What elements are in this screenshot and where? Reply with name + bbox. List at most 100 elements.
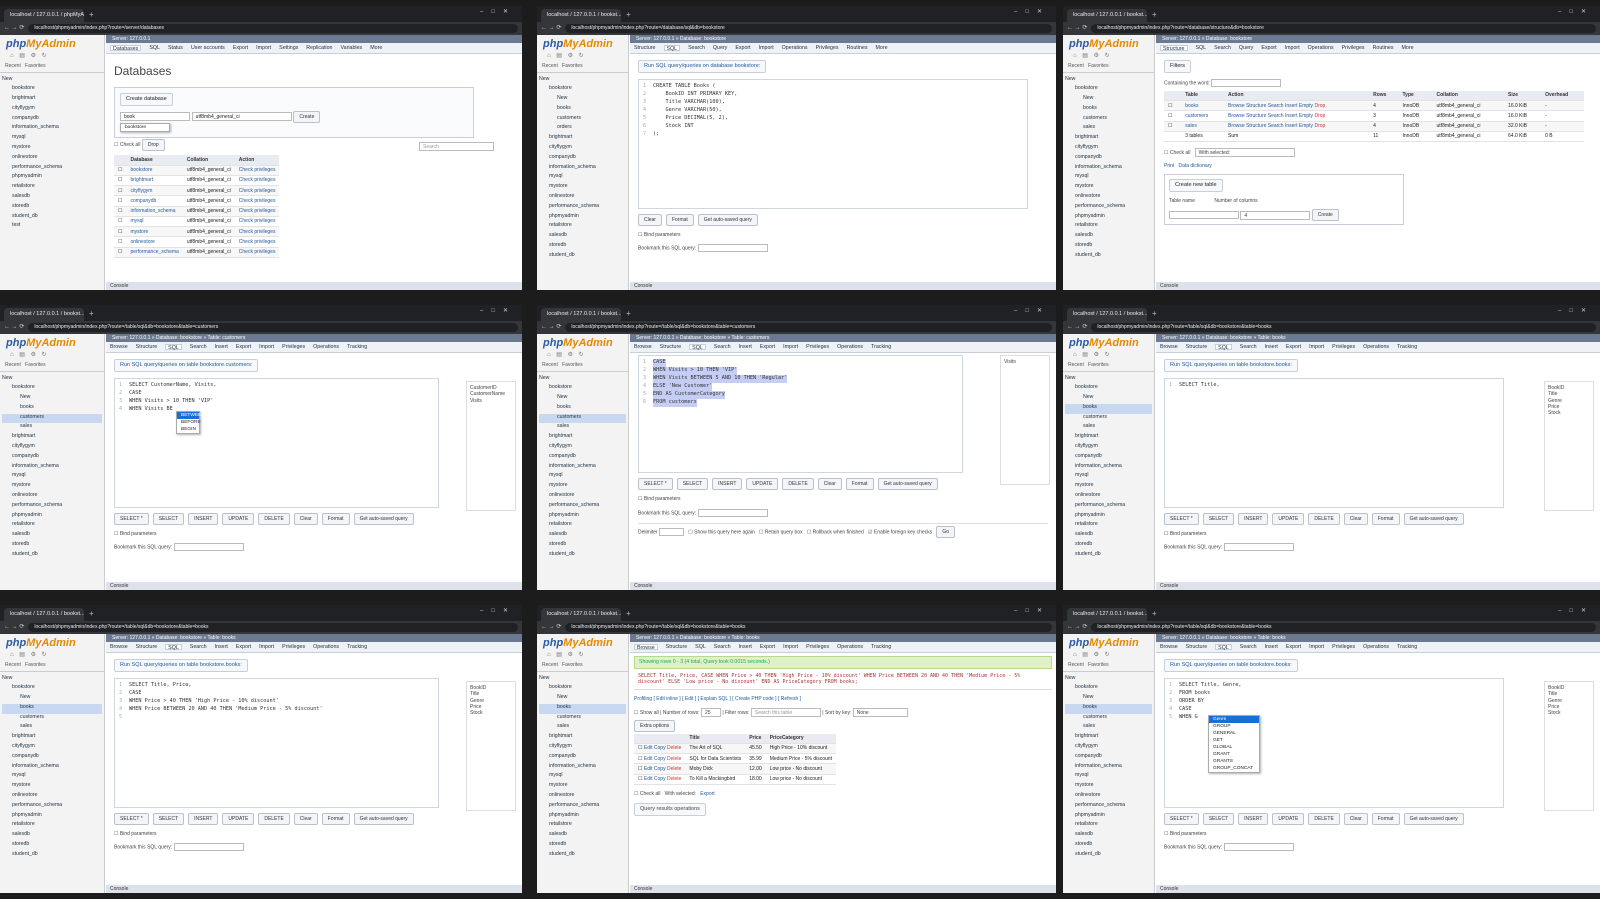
database-link[interactable]: information_schema	[126, 206, 183, 217]
get-auto-saved-query-button[interactable]: Get auto-saved query	[1403, 512, 1464, 526]
tab-privileges[interactable]: Privileges	[1332, 644, 1355, 650]
tree-db-phpmyadmin[interactable]: phpmyadmin	[1065, 512, 1152, 522]
column-header[interactable]: Type	[1398, 90, 1433, 102]
recent-favorites[interactable]: Recent Favorites	[0, 61, 104, 73]
row-checkbox[interactable]: ☐	[114, 226, 127, 238]
tree-table-New[interactable]: New	[539, 394, 626, 404]
column-header[interactable]: Overhead	[1541, 90, 1584, 102]
window-controls-icon[interactable]: –□✕	[480, 9, 516, 17]
tab-tracking[interactable]: Tracking	[1397, 644, 1417, 650]
get-auto-saved-query-button[interactable]: Get auto-saved query	[1403, 812, 1464, 826]
tree-db-storedb[interactable]: storedb	[2, 541, 102, 551]
tab-sql[interactable]: SQL	[1215, 644, 1232, 651]
select--button[interactable]: SELECT *	[1164, 512, 1199, 526]
filter-rows-input[interactable]: Search this table	[750, 708, 821, 718]
with-selected-select[interactable]: With selected:	[1194, 148, 1295, 158]
tree-db-storedb[interactable]: storedb	[2, 841, 102, 851]
tab-browse[interactable]: Browse	[1160, 644, 1178, 650]
tree-table-books[interactable]: books	[539, 404, 626, 414]
console-bar[interactable]: Console	[630, 582, 1056, 590]
breadcrumb[interactable]: Server: 127.0.0.1 » Database: bookstore	[1156, 35, 1600, 43]
tree-db-retailstore[interactable]: retailstore	[539, 222, 626, 232]
tree-db-mystore[interactable]: mystore	[2, 782, 102, 792]
browser-tab[interactable]: localhost / 127.0.0.1 / bookst...	[1067, 308, 1147, 321]
tree-db-salesdb[interactable]: salesdb	[1065, 831, 1152, 841]
tree-table-New[interactable]: New	[1065, 95, 1152, 105]
breadcrumb[interactable]: Server: 127.0.0.1 » Database: bookstore …	[1156, 334, 1600, 342]
data-dictionary-link[interactable]: Data dictionary	[1178, 163, 1211, 169]
tab-structure[interactable]: Structure	[666, 644, 688, 650]
home-icons[interactable]: ⌂ ▤ ⚙ ↻	[0, 52, 104, 62]
tab-tracking[interactable]: Tracking	[871, 344, 891, 350]
database-link[interactable]: onlinestore	[126, 236, 183, 248]
tab-insert[interactable]: Insert	[1265, 644, 1278, 650]
tab-operations[interactable]: Operations	[313, 344, 339, 350]
tree-table-customers[interactable]: customers	[539, 115, 626, 125]
tree-db-storedb[interactable]: storedb	[539, 541, 626, 551]
bookmark-input[interactable]	[697, 508, 768, 517]
tree-db-bookstore[interactable]: bookstore	[539, 684, 626, 694]
tree-db-bookstore[interactable]: bookstore	[2, 85, 102, 95]
tree-table-orders[interactable]: orders	[539, 124, 626, 134]
tree-db-student_db[interactable]: student_db	[539, 851, 626, 861]
check-privileges-link[interactable]: Check privileges	[234, 236, 280, 248]
tree-db-test[interactable]: test	[2, 222, 102, 232]
home-icons[interactable]: ⌂ ▤ ⚙ ↻	[0, 651, 104, 661]
select-button[interactable]: SELECT	[676, 478, 709, 491]
tab-browse[interactable]: Browse	[110, 344, 128, 350]
select--button[interactable]: SELECT *	[114, 512, 149, 526]
tab-import[interactable]: Import	[783, 344, 798, 350]
window-controls-icon[interactable]: –□✕	[480, 308, 516, 316]
window-controls-icon[interactable]: –□✕	[480, 608, 516, 616]
tab-insert[interactable]: Insert	[1265, 344, 1278, 350]
column-count-input[interactable]: 4	[1240, 210, 1311, 220]
tree-db-phpmyadmin[interactable]: phpmyadmin	[1065, 213, 1152, 223]
tree-db-mystore[interactable]: mystore	[1065, 782, 1152, 792]
tree-table-books[interactable]: books	[1065, 105, 1152, 115]
row-checkbox[interactable]: ☐	[1164, 121, 1182, 132]
tab-search[interactable]: Search	[714, 344, 731, 350]
tree-db-companydb[interactable]: companydb	[2, 115, 102, 125]
tab-tracking[interactable]: Tracking	[347, 344, 367, 350]
tree-table-sales[interactable]: sales	[1065, 124, 1152, 134]
tree-db-cityflygym[interactable]: cityflygym	[1065, 743, 1152, 753]
tree-new[interactable]: New	[539, 675, 626, 685]
tree-db-bookstore[interactable]: bookstore	[2, 384, 102, 394]
browser-tab[interactable]: localhost / 127.0.0.1 / bookst...	[4, 308, 84, 321]
browser-tab[interactable]: localhost / 127.0.0.1 / bookst...	[541, 308, 621, 321]
tree-db-bookstore[interactable]: bookstore	[539, 85, 626, 95]
check-all-checkbox[interactable]: ☐	[114, 142, 118, 148]
tab-user-accounts[interactable]: User accounts	[191, 45, 225, 51]
breadcrumb[interactable]: Server: 127.0.0.1 » Database: bookstore …	[630, 334, 1056, 342]
tree-db-information_schema[interactable]: information_schema	[1065, 463, 1152, 473]
format-button[interactable]: Format	[321, 812, 350, 826]
columns-list[interactable]: BookID Title Genre Price Stock	[1544, 681, 1594, 811]
tab-structure[interactable]: Structure	[136, 644, 158, 650]
tab-tracking[interactable]: Tracking	[1397, 344, 1417, 350]
tab-export[interactable]: Export	[233, 45, 248, 51]
tree-db-onlinestore[interactable]: onlinestore	[539, 792, 626, 802]
tree-db-onlinestore[interactable]: onlinestore	[2, 154, 102, 164]
tree-new[interactable]: New	[539, 375, 626, 385]
tab-privileges[interactable]: Privileges	[1342, 45, 1365, 51]
tab-sql[interactable]: SQL	[689, 344, 706, 351]
tree-db-cityflygym[interactable]: cityflygym	[1065, 144, 1152, 154]
tree-db-onlinestore[interactable]: onlinestore	[2, 792, 102, 802]
tab-databases[interactable]: Databases	[110, 45, 142, 52]
tab-structure[interactable]: Structure	[660, 344, 682, 350]
check-privileges-link[interactable]: Check privileges	[234, 165, 280, 176]
tree-table-New[interactable]: New	[539, 95, 626, 105]
tab-import[interactable]: Import	[1309, 644, 1324, 650]
column-item[interactable]: Stock	[470, 710, 512, 716]
new-tab-icon[interactable]: +	[626, 10, 631, 22]
tree-db-student_db[interactable]: student_db	[2, 551, 102, 561]
search-action[interactable]: Search	[1268, 103, 1284, 109]
tree-db-mysql[interactable]: mysql	[539, 472, 626, 482]
tree-db-mysql[interactable]: mysql	[2, 134, 102, 144]
new-tab-icon[interactable]: +	[89, 10, 94, 22]
query-links[interactable]: Profiling [ Edit inline ] [ Edit ] [ Exp…	[634, 696, 1052, 702]
tree-table-books[interactable]: books	[2, 703, 102, 714]
tree-db-cityflygym[interactable]: cityflygym	[1065, 443, 1152, 453]
tree-db-mysql[interactable]: mysql	[2, 472, 102, 482]
tree-db-mysql[interactable]: mysql	[1065, 472, 1152, 482]
